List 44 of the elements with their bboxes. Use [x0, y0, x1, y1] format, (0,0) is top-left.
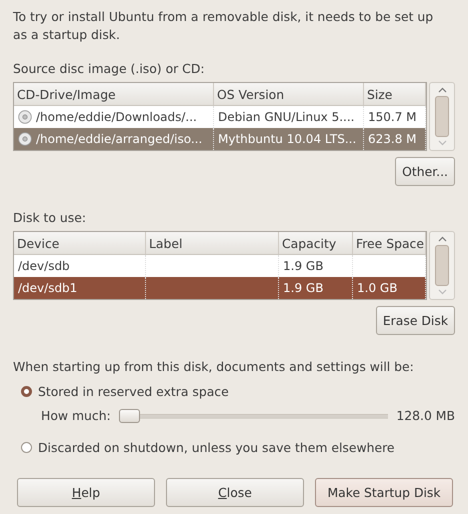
column-header[interactable]: Device — [14, 232, 146, 254]
section-label: Disk to use: — [13, 210, 88, 226]
table-cell-text: 623.8 M — [368, 131, 417, 148]
scrollbar[interactable] — [429, 231, 455, 300]
column-header[interactable]: Capacity — [279, 232, 353, 254]
table-cell-text: 1.9 GB — [283, 280, 324, 297]
table-cell-text: 1.0 GB — [357, 280, 398, 297]
disc-icon — [18, 132, 32, 146]
table-cell-text: 150.7 M — [368, 109, 417, 126]
table-cell-text: 1.9 GB — [283, 258, 324, 275]
slider-label: How much: — [41, 408, 111, 423]
section-label: Source disc image (.iso) or CD: — [13, 61, 206, 77]
dialog-button[interactable]: Make Startup Disk — [315, 478, 453, 507]
table-cell-text: Mythbuntu 10.04 LTS... — [218, 131, 356, 148]
disc-icon — [18, 110, 32, 124]
column-header[interactable]: Size — [364, 83, 426, 105]
table-cell-text: /home/eddie/arranged/iso... — [36, 131, 202, 148]
scrollbar[interactable] — [429, 82, 455, 151]
column-header[interactable]: OS Version — [214, 83, 364, 105]
table-cell-text: /home/eddie/Downloads/... — [36, 109, 197, 126]
table-cell-text: Debian GNU/Linux 5.... — [218, 109, 354, 126]
scroll-up-icon[interactable] — [438, 236, 446, 242]
scroll-down-icon[interactable] — [438, 140, 446, 146]
action-button[interactable]: Other... — [395, 157, 455, 186]
column-header[interactable]: Free Space — [353, 232, 426, 254]
radio-button[interactable] — [21, 442, 32, 453]
column-header[interactable]: Label — [146, 232, 279, 254]
radio-label[interactable]: Stored in reserved extra space — [38, 383, 229, 400]
radio-button[interactable] — [21, 386, 32, 397]
list-row[interactable]: /dev/sdb1 1.9 GB 1.0 GB — [14, 277, 426, 299]
scroll-down-icon[interactable] — [438, 289, 446, 295]
radio-label[interactable]: Discarded on shutdown, unless you save them elsewhere — [38, 439, 395, 456]
table-cell-text: /dev/sdb — [18, 258, 70, 275]
column-header[interactable]: CD-Drive/Image — [14, 83, 214, 105]
scroll-up-icon[interactable] — [438, 87, 446, 93]
dialog-button[interactable]: Close — [166, 478, 304, 507]
intro-text: To try or install Ubuntu from a removable disk, it needs to be set up as a startup disk. — [13, 8, 434, 44]
section-label: When starting up from this disk, documents and settings will be: — [13, 359, 415, 375]
table-cell-text: /dev/sdb1 — [18, 280, 78, 297]
action-button[interactable]: Erase Disk — [376, 306, 455, 335]
slider-thumb[interactable] — [118, 408, 140, 422]
dialog-button[interactable]: Help — [17, 478, 155, 507]
list-row[interactable]: /home/eddie/arranged/iso... Mythbuntu 10.04 LTS... 623.8 M — [14, 128, 426, 150]
slider-reading: 128.0 MB — [396, 408, 455, 423]
